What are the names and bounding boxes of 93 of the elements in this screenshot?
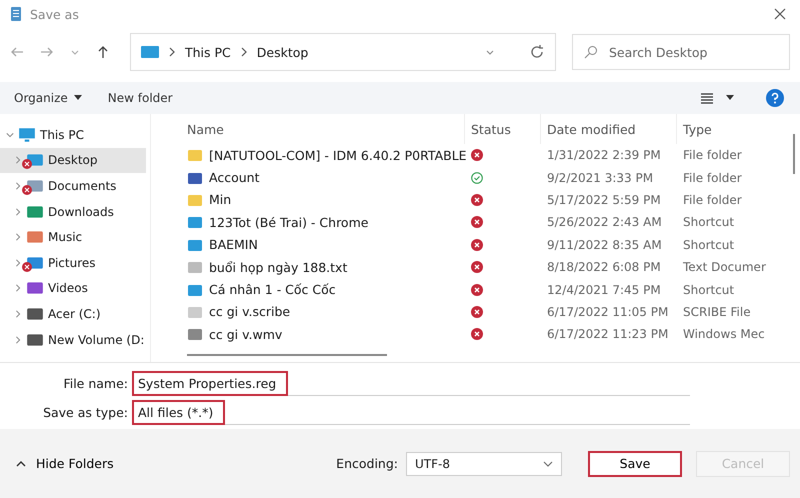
chevron-icon[interactable] <box>14 208 22 216</box>
file-name[interactable]: 123Tot (Bé Trai) - Chrome <box>209 214 368 230</box>
back-arrow-icon[interactable] <box>10 45 24 59</box>
new-folder-button[interactable]: New folder <box>104 89 177 107</box>
file-type: File folder <box>682 148 743 162</box>
search-field[interactable]: Search Desktop <box>572 34 790 70</box>
date-modified: 5/26/2022 2:43 AM <box>546 215 663 230</box>
tree-item[interactable]: Videos <box>0 276 150 302</box>
tree-item[interactable]: This PC <box>0 122 150 148</box>
file-icon <box>187 259 203 276</box>
refresh-icon[interactable] <box>529 44 545 60</box>
column-header[interactable]: Status <box>465 114 541 144</box>
tree-item[interactable]: Desktop <box>0 148 146 174</box>
organize-button[interactable]: Organize <box>10 89 86 107</box>
caret-down-icon <box>74 95 82 101</box>
field-label: File name: <box>62 376 129 391</box>
file-name[interactable]: cc gi v.scribe <box>209 304 290 320</box>
file-icon <box>187 214 203 230</box>
tree-item[interactable]: Downloads <box>0 198 150 224</box>
file-icon <box>187 326 203 342</box>
up-arrow-icon[interactable] <box>96 45 110 59</box>
folder-icon <box>26 204 44 220</box>
encoding-dropdown[interactable]: UTF-8 <box>406 452 562 476</box>
file-name[interactable]: Cá nhân 1 - Cốc Cốc <box>209 282 336 298</box>
chevron-icon[interactable] <box>14 182 22 190</box>
file-type: SCRIBE File <box>682 304 752 319</box>
date-modified: 5/17/2022 5:59 PM <box>546 192 662 207</box>
chevron-icon[interactable] <box>14 233 22 242</box>
date-modified: 8/18/2022 6:08 PM <box>546 260 662 274</box>
help-icon[interactable] <box>766 89 784 107</box>
input-field[interactable]: System Properties.reg <box>132 371 690 396</box>
file-name[interactable]: buổi họp ngày 188.txt <box>209 260 348 275</box>
chevron-icon[interactable] <box>14 336 22 344</box>
column-header[interactable]: Date modified <box>541 114 677 144</box>
tree-item[interactable]: Documents <box>0 173 150 199</box>
hide-folders-button[interactable]: Hide Folders <box>10 455 120 472</box>
error-badge-icon <box>22 159 32 170</box>
error-badge-icon <box>22 262 32 272</box>
folder-icon <box>26 306 44 322</box>
file-type: File folder <box>682 170 743 185</box>
error-badge-icon <box>22 184 32 195</box>
date-modified: 9/2/2021 3:33 PM <box>546 170 654 185</box>
date-modified: 9/11/2022 8:35 AM <box>546 238 663 252</box>
file-type: Windows Mec <box>682 327 766 342</box>
file-name[interactable]: [NATUTOOL-COM] - IDM 6.40.2 P0RTABLE <box>209 148 467 163</box>
date-modified: 6/17/2022 11:05 PM <box>546 304 670 319</box>
date-modified: 6/17/2022 11:23 PM <box>546 327 670 342</box>
file-type: Shortcut <box>682 238 736 252</box>
breadcrumb-item[interactable]: This PC <box>185 44 231 60</box>
forward-arrow-icon[interactable] <box>40 45 54 59</box>
chevron-right-icon <box>169 47 175 57</box>
breadcrumb-item[interactable]: Desktop <box>256 44 308 60</box>
file-type: Shortcut <box>682 215 736 230</box>
file-type: Shortcut <box>682 282 736 297</box>
folder-icon <box>26 280 44 296</box>
file-type: Text Documer <box>682 260 767 274</box>
folder-icon <box>26 332 44 348</box>
close-icon[interactable] <box>774 8 786 20</box>
file-name[interactable]: Account <box>209 170 260 186</box>
date-modified: 1/31/2022 2:39 PM <box>546 148 662 162</box>
file-type: File folder <box>682 192 743 207</box>
chevron-up-icon <box>16 460 26 466</box>
address-bar[interactable]: This PC Desktop <box>130 33 556 71</box>
tree-item[interactable]: New Volume (D: <box>0 326 150 352</box>
view-list-icon[interactable] <box>700 92 714 104</box>
notepad-icon <box>10 6 22 22</box>
date-modified: 12/4/2021 7:45 PM <box>546 282 662 297</box>
chevron-icon[interactable] <box>14 284 22 292</box>
chevron-icon[interactable] <box>6 130 14 139</box>
chevron-right-icon <box>240 47 247 57</box>
search-icon <box>584 45 598 59</box>
file-name[interactable]: cc gi v.wmv <box>209 326 282 342</box>
pc-icon <box>141 46 159 58</box>
chevron-icon[interactable] <box>14 156 22 164</box>
file-icon <box>187 147 203 164</box>
input-field[interactable]: All files (*.*) <box>132 400 690 425</box>
chevron-icon[interactable] <box>14 258 22 267</box>
caret-down-icon[interactable] <box>726 95 734 101</box>
file-name[interactable]: Min <box>209 192 232 208</box>
folder-icon <box>26 229 44 246</box>
file-name[interactable]: BAEMIN <box>209 237 258 252</box>
encoding-label: Encoding: <box>336 456 398 471</box>
tree-item[interactable]: Acer (C:) <box>0 301 150 327</box>
chevron-down-icon <box>543 460 553 466</box>
tree-item[interactable]: Pictures <box>0 250 150 276</box>
save-button[interactable]: Save <box>588 450 682 476</box>
chevron-icon[interactable] <box>14 310 22 318</box>
column-header[interactable]: Type <box>677 114 781 144</box>
window-title: Save as <box>30 6 79 22</box>
monitor-icon <box>18 126 36 143</box>
field-label: Save as type: <box>42 405 129 420</box>
column-header[interactable]: Name <box>181 114 465 144</box>
tree-item[interactable]: Music <box>0 224 150 250</box>
